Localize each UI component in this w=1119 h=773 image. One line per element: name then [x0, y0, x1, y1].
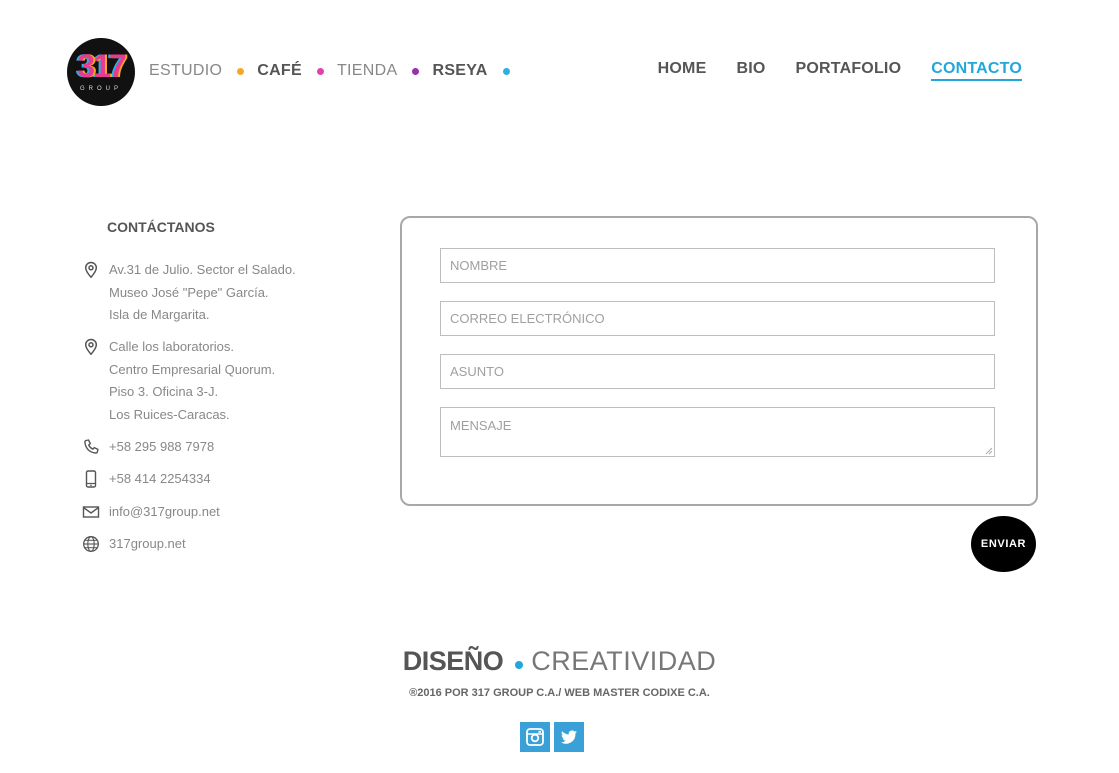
name-input[interactable]: NOMBRE — [440, 248, 995, 283]
address-1-line-3: Isla de Margarita. — [109, 307, 210, 323]
slogan-bold: DISEÑO — [402, 646, 504, 676]
logo[interactable]: 317 GROUP — [67, 38, 135, 106]
address-1-line-2: Museo José "Pepe" García. — [109, 284, 269, 300]
mobile: +58 414 2254334 — [82, 468, 342, 491]
contact-form: NOMBRE CORREO ELECTRÓNICO ASUNTO MENSAJE — [400, 216, 1038, 506]
slogan-light: CREATIVIDAD — [531, 646, 717, 676]
brand-rseya-link[interactable]: RSEYA — [432, 62, 487, 80]
mobile-phone-icon — [85, 470, 97, 488]
twitter-link[interactable] — [554, 722, 584, 752]
nav-contact[interactable]: CONTACTO — [931, 60, 1022, 81]
address-1: Av.31 de Julio. Sector el Salado. Museo … — [82, 259, 342, 327]
instagram-icon — [526, 728, 544, 746]
brand-links: ESTUDIO CAFÉ TIENDA RSEYA — [149, 60, 523, 82]
resize-handle-icon[interactable] — [984, 446, 993, 455]
nav-portfolio[interactable]: PORTAFOLIO — [796, 60, 902, 81]
globe-icon — [83, 536, 99, 552]
location-pin-icon — [84, 261, 98, 279]
address-2-line-4: Los Ruices-Caracas. — [109, 406, 230, 422]
address-2-line-2: Centro Empresarial Quorum. — [109, 361, 276, 377]
brand-dot — [237, 67, 245, 75]
footer-slogan: DISEÑO CREATIVIDAD — [0, 646, 1119, 677]
brand-cafe-link[interactable]: CAFÉ — [257, 62, 302, 80]
address-2: Calle los laboratorios. Centro Empresari… — [82, 336, 342, 426]
address-1-line-1: Av.31 de Julio. Sector el Salado. — [109, 262, 296, 277]
email-input[interactable]: CORREO ELECTRÓNICO — [440, 301, 995, 336]
phone-number[interactable]: +58 295 988 7978 — [109, 436, 342, 459]
phone-icon — [84, 439, 99, 454]
brand-dot — [316, 67, 324, 75]
copyright: ®2016 POR 317 GROUP C.A./ WEB MASTER COD… — [409, 687, 710, 699]
logo-number: 317 — [77, 48, 126, 84]
submit-button[interactable]: ENVIAR — [971, 516, 1036, 572]
phone: +58 295 988 7978 — [82, 436, 342, 459]
nav-bio[interactable]: BIO — [736, 60, 765, 81]
location-pin-icon — [84, 338, 98, 356]
address-2-line-3: Piso 3. Oficina 3-J. — [109, 384, 219, 400]
main-nav: HOME BIO PORTAFOLIO CONTACTO — [658, 60, 1022, 81]
instagram-link[interactable] — [520, 722, 550, 752]
message-placeholder: MENSAJE — [450, 418, 512, 433]
social-links — [520, 722, 584, 752]
email: info@317group.net — [82, 501, 342, 524]
brand-tienda-link[interactable]: TIENDA — [337, 62, 397, 80]
email-address[interactable]: info@317group.net — [109, 501, 342, 524]
brand-dot — [412, 67, 420, 75]
envelope-icon — [82, 506, 100, 518]
subject-input[interactable]: ASUNTO — [440, 354, 995, 389]
twitter-icon — [561, 730, 577, 744]
brand-dot — [502, 67, 510, 75]
brand-estudio-link[interactable]: ESTUDIO — [149, 62, 222, 80]
address-2-line-1: Calle los laboratorios. — [109, 339, 235, 354]
logo-subtitle: GROUP — [79, 86, 122, 92]
nav-home[interactable]: HOME — [658, 60, 707, 81]
website: 317group.net — [82, 533, 342, 556]
contact-title: CONTÁCTANOS — [107, 219, 215, 235]
message-textarea[interactable]: MENSAJE — [440, 407, 995, 457]
website-url[interactable]: 317group.net — [109, 533, 342, 556]
slogan-dot — [515, 661, 524, 669]
mobile-number[interactable]: +58 414 2254334 — [109, 468, 342, 491]
